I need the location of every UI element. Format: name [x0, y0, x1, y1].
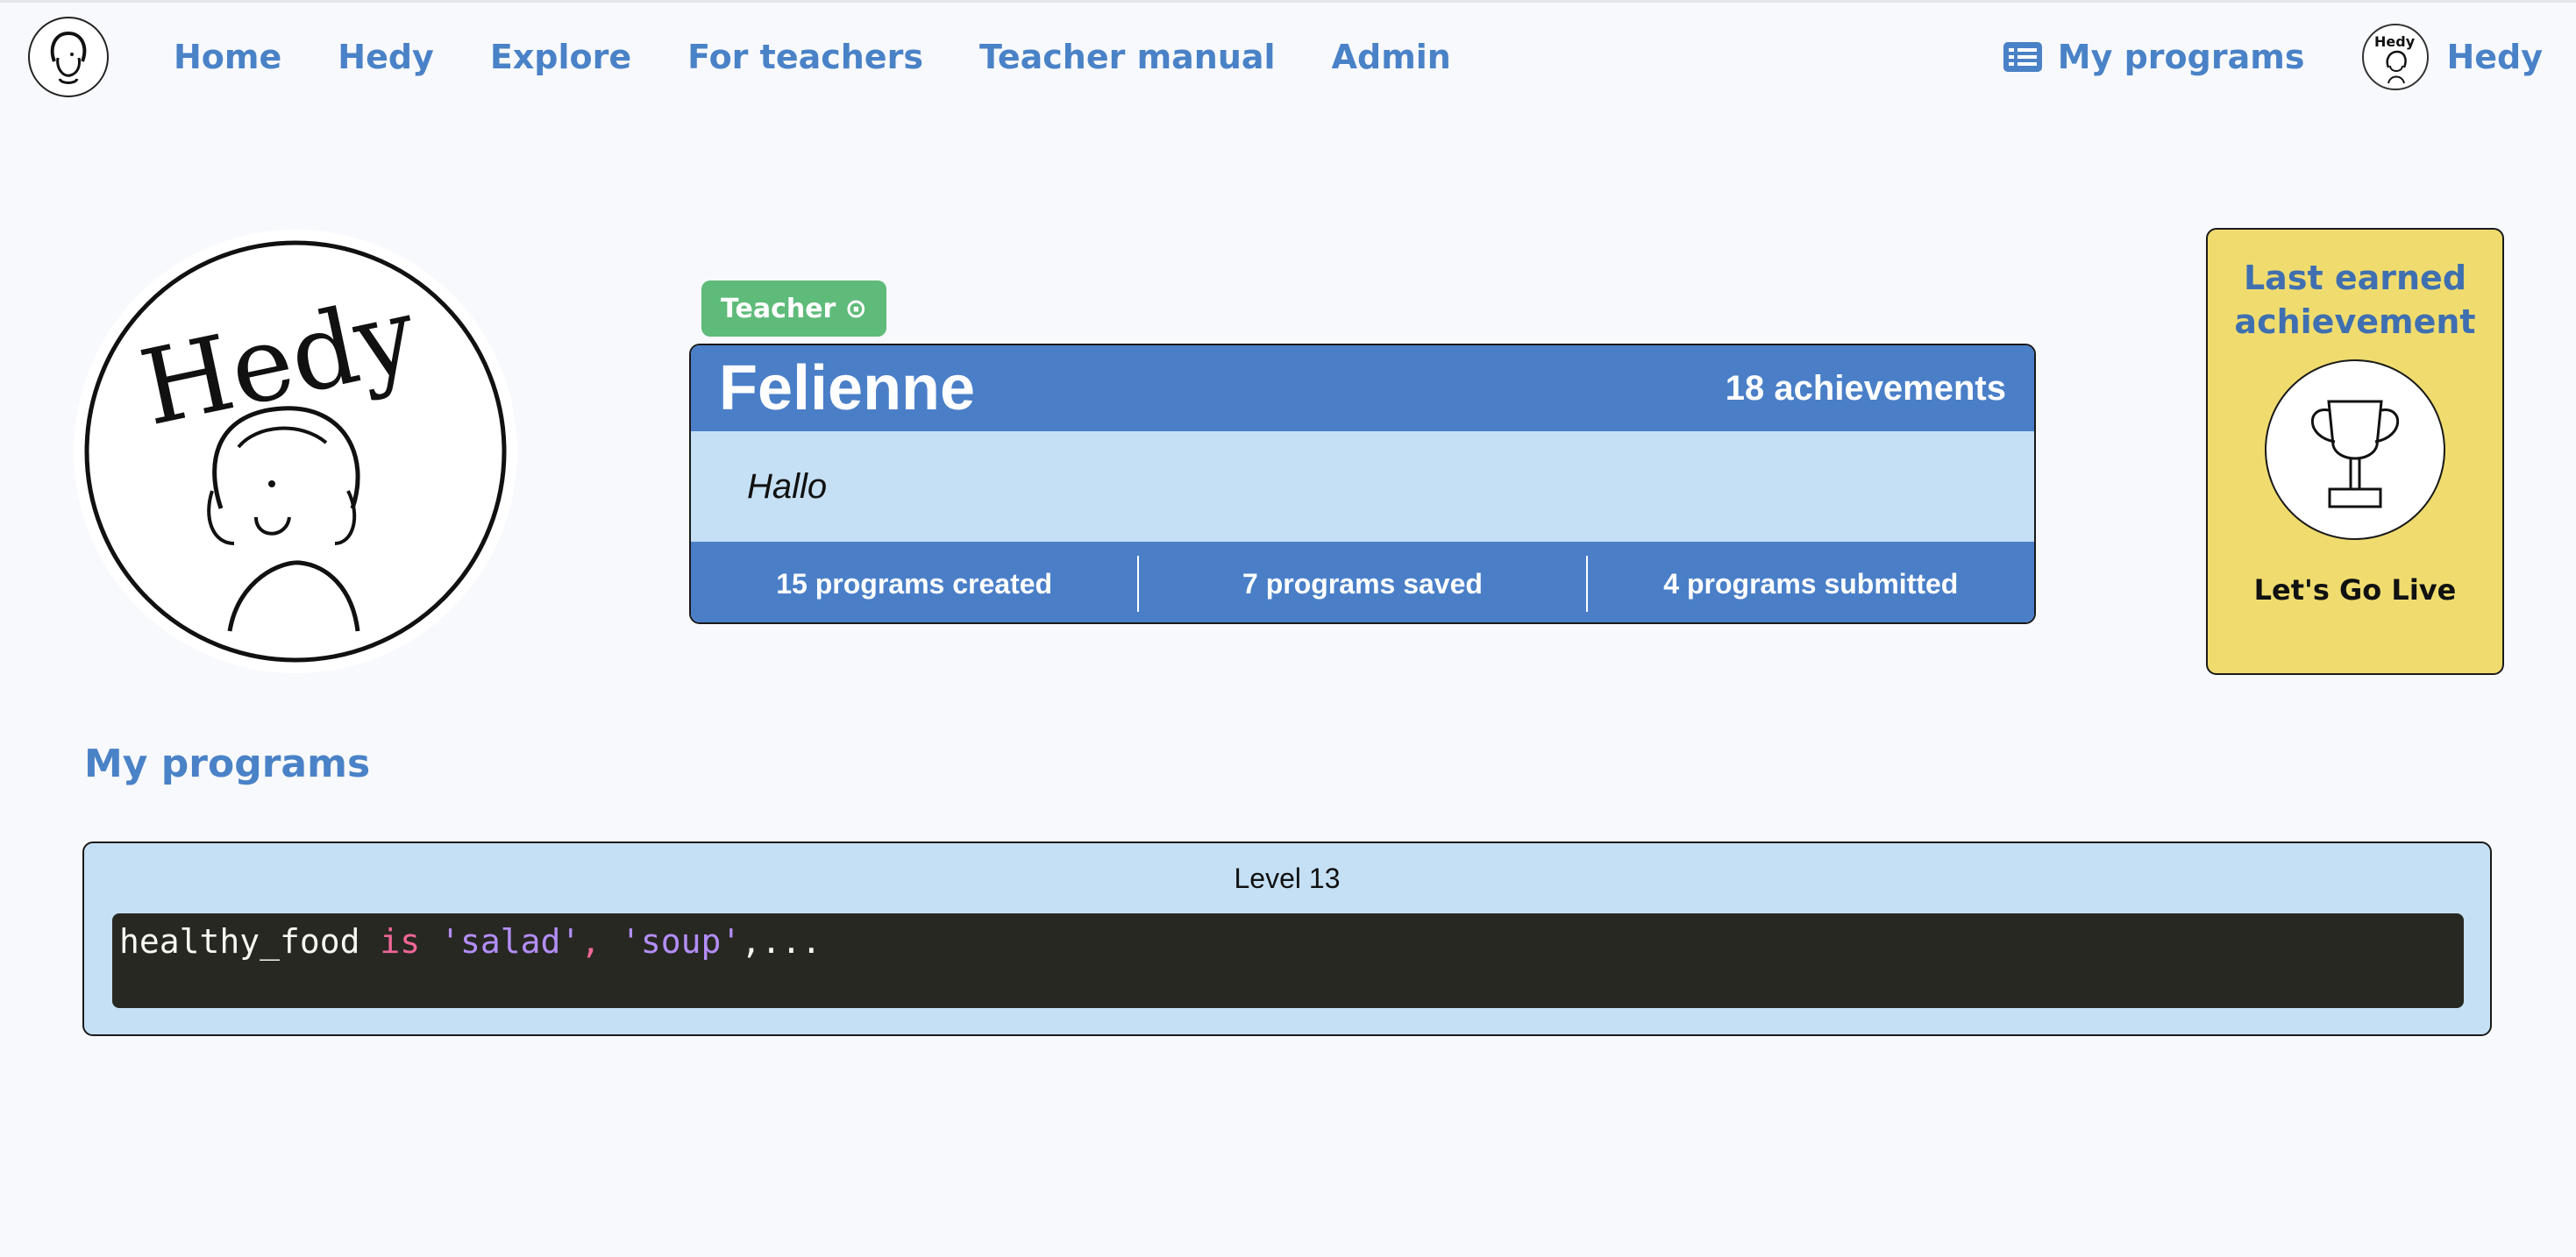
- code-keyword: is: [380, 922, 421, 961]
- code-comma: ,: [580, 922, 621, 961]
- my-programs-heading: My programs: [84, 742, 371, 786]
- hedy-avatar-icon: Hedy: [2374, 33, 2416, 84]
- list-icon: [2003, 42, 2042, 72]
- code-ellipsis: ,...: [741, 922, 822, 961]
- profile-card: Felienne 18 achievements Hallo 15 progra…: [689, 344, 2036, 624]
- achievement-name: Let's Go Live: [2253, 573, 2457, 607]
- my-programs-link[interactable]: My programs: [2003, 38, 2305, 76]
- stat-programs-submitted: 4 programs submitted: [1663, 567, 1959, 600]
- program-level: Level 13: [1234, 863, 1341, 894]
- achievement-title: Last earned achievement: [2234, 259, 2476, 341]
- nav-home[interactable]: Home: [174, 32, 281, 82]
- nav-teacher-manual[interactable]: Teacher manual: [979, 32, 1276, 82]
- top-navbar: Home Hedy Explore For teachers Teacher m…: [0, 3, 2576, 108]
- hedy-portrait-icon: Hedy: [84, 240, 507, 663]
- last-achievement-card: Last earned achievement Let's Go Live: [2206, 228, 2504, 675]
- profile-stats: 15 programs created 7 programs saved 4 p…: [691, 542, 2034, 622]
- teacher-badge[interactable]: Teacher ⊙: [701, 281, 886, 337]
- hedy-face-icon: [50, 31, 87, 84]
- user-menu[interactable]: Hedy Hedy: [2362, 24, 2543, 90]
- program-code-preview[interactable]: healthy_food is 'salad', 'soup',...: [112, 913, 2464, 1008]
- avatar-text: Hedy: [2374, 33, 2416, 50]
- nav-for-teachers[interactable]: For teachers: [687, 32, 923, 82]
- code-variable: healthy_food: [119, 922, 381, 961]
- stat-programs-saved: 7 programs saved: [1242, 567, 1483, 600]
- profile-avatar: Hedy: [74, 230, 517, 673]
- nav-hedy[interactable]: Hedy: [338, 32, 434, 82]
- achievements-count[interactable]: 18 achievements: [1726, 369, 2006, 408]
- code-string: 'soup': [621, 922, 742, 961]
- code-string: 'salad': [440, 922, 581, 961]
- hedy-logo[interactable]: [28, 17, 109, 97]
- nav-admin[interactable]: Admin: [1332, 32, 1451, 82]
- program-card[interactable]: Level 13 healthy_food is 'salad', 'soup'…: [82, 842, 2492, 1036]
- user-name: Hedy: [2446, 38, 2543, 76]
- nav-explore[interactable]: Explore: [490, 32, 631, 82]
- nav-links: Home Hedy Explore For teachers Teacher m…: [174, 32, 1507, 82]
- nav-right: My programs Hedy Hedy: [2003, 24, 2543, 90]
- trophy-icon: [2310, 400, 2400, 508]
- profile-bio: Hallo: [747, 466, 828, 506]
- achievement-badge: [2265, 359, 2445, 540]
- profile-name: Felienne: [719, 353, 976, 423]
- my-programs-label: My programs: [2057, 38, 2305, 76]
- stat-programs-created: 15 programs created: [776, 567, 1053, 600]
- profile-header: Felienne 18 achievements: [691, 345, 2034, 431]
- user-avatar: Hedy: [2362, 24, 2430, 90]
